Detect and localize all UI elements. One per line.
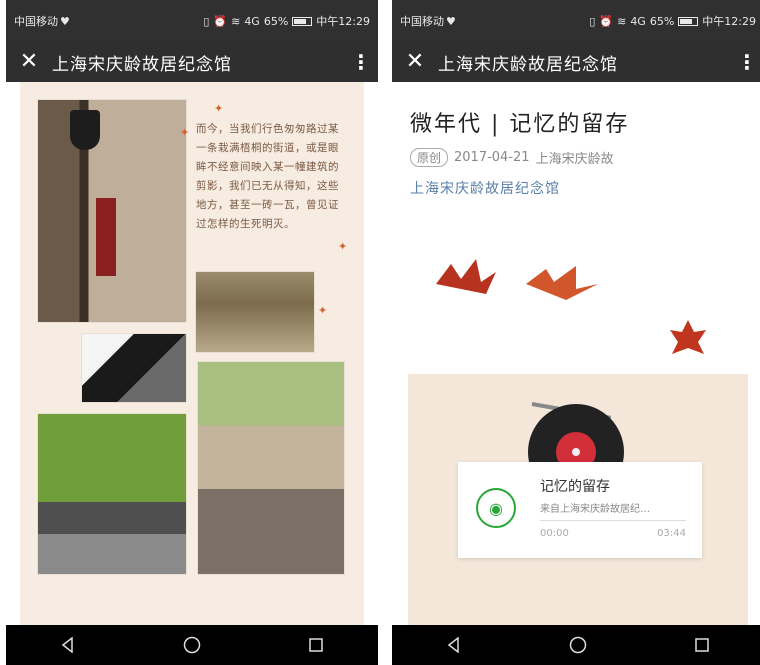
audio-progress-bar[interactable]: [540, 520, 686, 521]
photo-bw-building: [82, 334, 186, 402]
signal-icon: 4G: [244, 14, 260, 28]
vibrate-icon: ▯: [589, 14, 596, 28]
article-content[interactable]: 而今，当我们行色匆匆路过某一条栽满梧桐的街道，或是眼眸不经意间映入某一幢建筑的剪…: [6, 82, 378, 625]
photo-house: [196, 272, 314, 352]
page-title: 上海宋庆龄故居纪念馆: [438, 54, 618, 75]
recents-square-icon[interactable]: [687, 633, 717, 657]
account-link[interactable]: 上海宋庆龄故居纪念馆: [410, 178, 560, 198]
wifi-icon: ≋: [617, 14, 627, 28]
back-triangle-icon[interactable]: [53, 633, 83, 657]
alarm-icon: ⏰: [599, 14, 614, 28]
article-content[interactable]: 微年代 | 记忆的留存 原创 2017-04-21 上海宋庆龄故 上海宋庆龄故居…: [392, 82, 760, 625]
time-total: 03:44: [657, 528, 686, 539]
article-meta: 原创 2017-04-21 上海宋庆龄故: [410, 148, 614, 167]
carrier-label: 中国移动 ♥: [14, 14, 70, 29]
android-nav-bar: [6, 625, 378, 665]
time-elapsed: 00:00: [540, 528, 569, 539]
lamp: [70, 110, 100, 150]
leaf-decoration: ✦: [318, 304, 328, 317]
android-nav-bar: [392, 625, 760, 665]
clock: 中午12:29: [702, 15, 756, 28]
photo-tree-street: [38, 414, 186, 574]
battery-percent: 65%: [263, 14, 289, 28]
back-triangle-icon[interactable]: [439, 633, 469, 657]
title-bar: ✕ 上海宋庆龄故居纪念馆 ⋮: [6, 42, 378, 82]
maple-leaves-image: [436, 259, 598, 300]
title-bar: ✕ 上海宋庆龄故居纪念馆 ⋮: [392, 42, 760, 82]
leaf-decoration: ✦: [338, 240, 348, 253]
photo-bikes: [198, 362, 344, 574]
vibrate-icon: ▯: [203, 14, 210, 28]
record-hole: [572, 448, 580, 456]
signal-icon: 4G: [630, 14, 646, 28]
original-badge: 原创: [410, 148, 449, 167]
home-circle-icon[interactable]: [177, 633, 207, 657]
clock: 中午12:29: [316, 15, 370, 28]
photo-collage: 而今，当我们行色匆匆路过某一条栽满梧桐的街道，或是眼眸不经意间映入某一幢建筑的剪…: [20, 82, 364, 625]
source-name: 上海宋庆龄故: [535, 152, 614, 167]
article-title: 微年代 | 记忆的留存: [410, 112, 630, 137]
status-right: ▯ ⏰ ≋ 4G 65% 中午12:29: [203, 13, 370, 29]
alarm-icon: ⏰: [213, 14, 228, 28]
recents-square-icon[interactable]: [301, 633, 331, 657]
status-bar: 中国移动 ♥ ▯ ⏰ ≋ 4G 65% 中午12:29: [392, 0, 760, 42]
song-title: 记忆的留存: [540, 479, 610, 495]
heart-icon: ♥: [60, 14, 70, 28]
leaf-decoration: ✦: [214, 102, 224, 115]
poem-text: 而今，当我们行色匆匆路过某一条栽满梧桐的街道，或是眼眸不经意间映入某一幢建筑的剪…: [196, 123, 339, 230]
more-vertical-icon[interactable]: ⋮: [730, 50, 760, 74]
close-icon[interactable]: ✕: [6, 42, 52, 82]
song-source: 来自上海宋庆龄故居纪…: [540, 504, 650, 515]
leaf-decoration: ✦: [180, 126, 190, 139]
maple-leaf-image: [670, 320, 706, 354]
more-vertical-icon[interactable]: ⋮: [344, 50, 378, 74]
phone-screen-right: 中国移动 ♥ ▯ ⏰ ≋ 4G 65% 中午12:29 ✕ 上海宋庆龄故居纪念馆 …: [392, 0, 760, 665]
music-panel: ◉ 记忆的留存 来自上海宋庆龄故居纪… 00:00 03:44: [408, 374, 748, 625]
battery-percent: 65%: [649, 14, 675, 28]
red-sign: [96, 198, 116, 276]
publish-date: 2017-04-21: [454, 150, 530, 165]
carrier-label: 中国移动 ♥: [400, 14, 456, 29]
battery-icon: [292, 16, 313, 26]
photo-wall-lamp: [38, 100, 186, 322]
battery-icon: [678, 16, 699, 26]
home-circle-icon[interactable]: [563, 633, 593, 657]
article: 微年代 | 记忆的留存 原创 2017-04-21 上海宋庆龄故 上海宋庆龄故居…: [392, 82, 760, 625]
close-icon[interactable]: ✕: [392, 42, 438, 82]
audio-player[interactable]: ◉ 记忆的留存 来自上海宋庆龄故居纪… 00:00 03:44: [458, 462, 702, 558]
status-right: ▯ ⏰ ≋ 4G 65% 中午12:29: [589, 13, 756, 29]
audio-play-icon[interactable]: ◉: [476, 488, 516, 528]
status-bar: 中国移动 ♥ ▯ ⏰ ≋ 4G 65% 中午12:29: [6, 0, 378, 42]
heart-icon: ♥: [446, 14, 456, 28]
page-title: 上海宋庆龄故居纪念馆: [52, 54, 232, 75]
wifi-icon: ≋: [231, 14, 241, 28]
phone-screen-left: 中国移动 ♥ ▯ ⏰ ≋ 4G 65% 中午12:29 ✕ 上海宋庆龄故居纪念馆 …: [6, 0, 378, 665]
